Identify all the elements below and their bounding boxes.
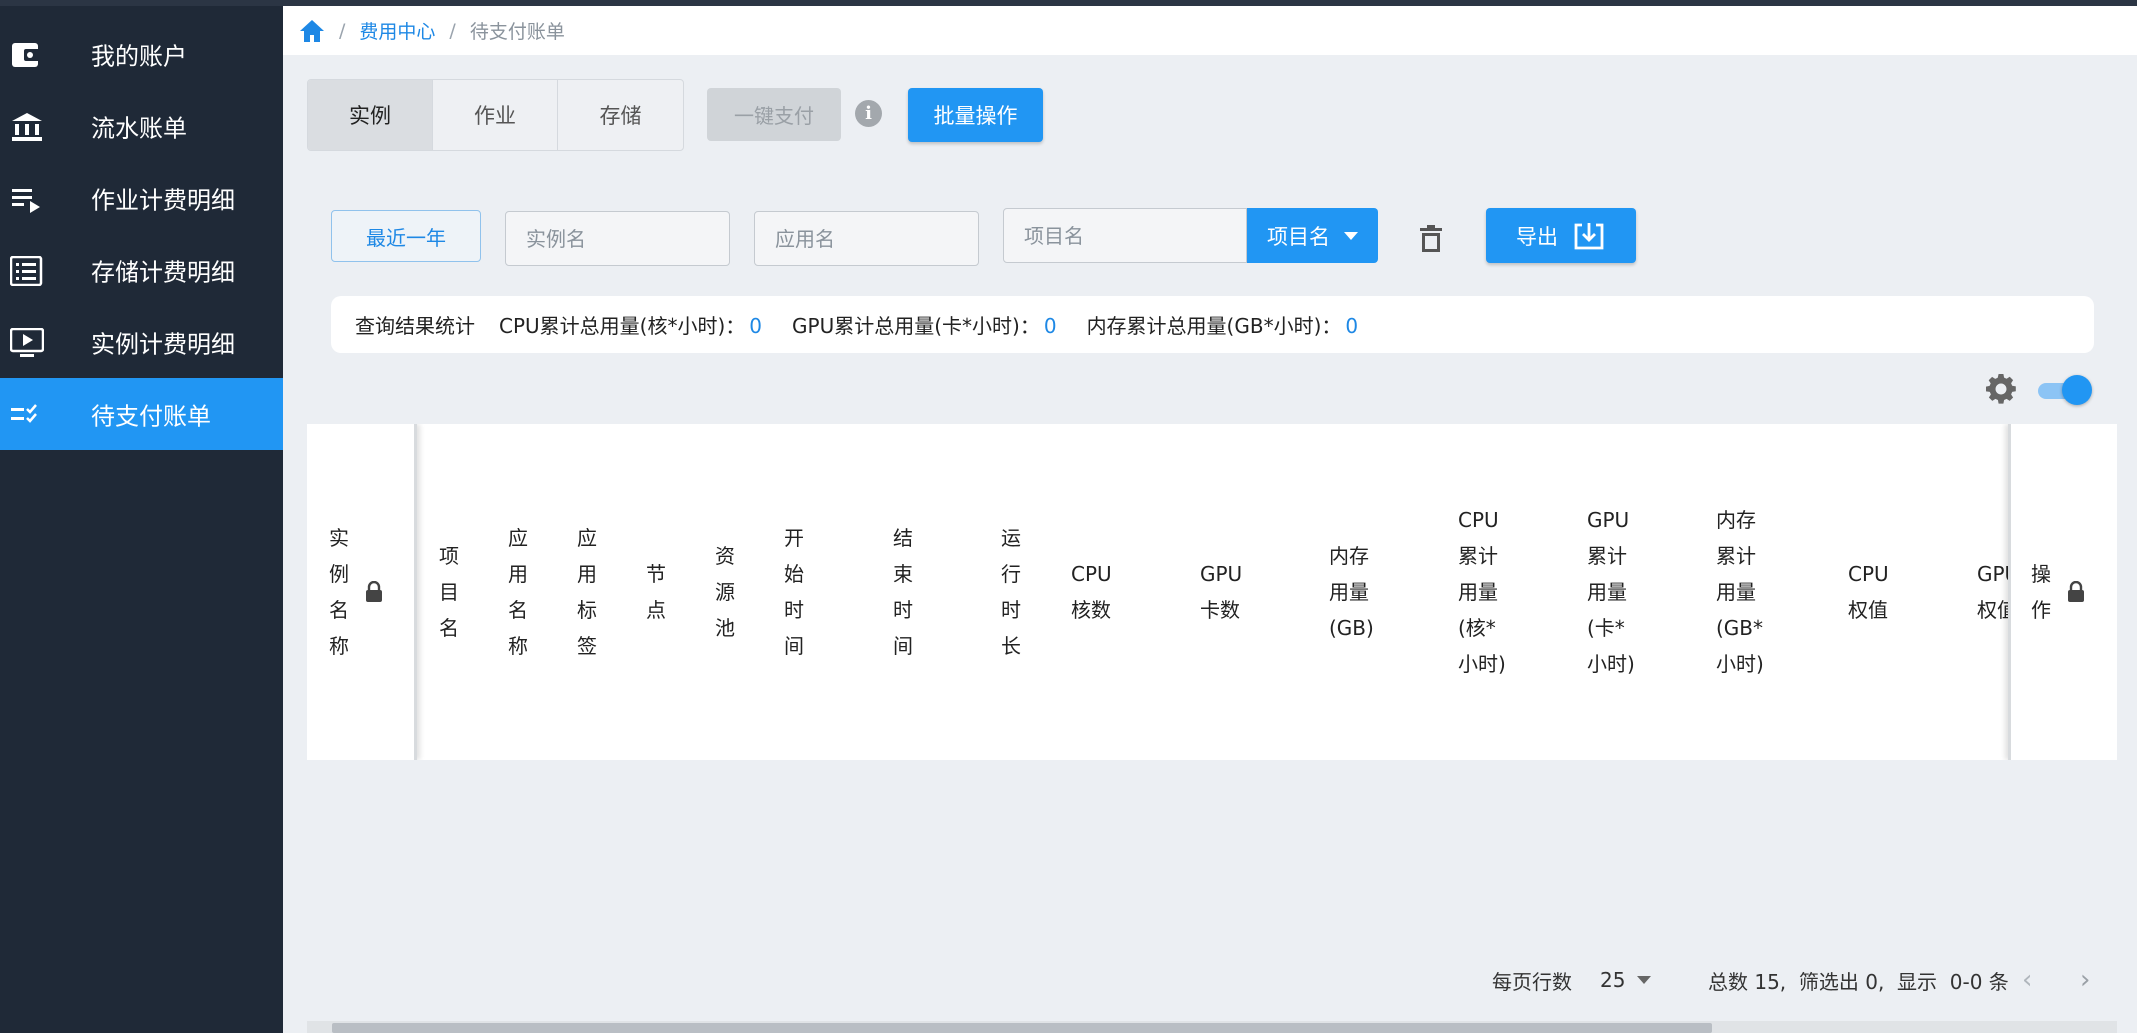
column-header-project-name[interactable]: 项目名 (439, 424, 461, 760)
sidebar-item-label: 作业计费明细 (91, 186, 235, 215)
frozen-left-column: 实例名称 (307, 424, 417, 760)
column-header-memory-usage[interactable]: 内存用量(GB) (1329, 424, 1379, 760)
sidebar-item-my-account[interactable]: 我的账户 (0, 18, 283, 90)
stats-gpu: GPU累计总用量(卡*小时)： 0 (792, 314, 1057, 338)
one-click-pay-button[interactable]: 一键支付 (707, 88, 841, 141)
column-header-cpu-weight[interactable]: CPU权值 (1848, 424, 1898, 760)
sidebar-item-label: 存储计费明细 (91, 258, 235, 287)
wallet-icon (12, 43, 40, 67)
trash-icon[interactable] (1418, 224, 1444, 254)
column-header-app-name[interactable]: 应用名称 (508, 424, 530, 760)
column-header-actions[interactable]: 操作 (2031, 424, 2111, 760)
export-button[interactable]: 导出 (1486, 208, 1636, 263)
column-header-gpu-accum[interactable]: GPU累计用量(卡*小时) (1587, 424, 1637, 760)
rows-per-page-value: 25 (1600, 968, 1626, 992)
instance-name-input[interactable] (505, 211, 730, 266)
app-name-input[interactable] (754, 211, 979, 266)
sidebar-topbar (0, 0, 283, 6)
column-header-node[interactable]: 节点 (646, 424, 668, 760)
storage-list-icon (10, 256, 43, 286)
stats-gpu-value: 0 (1043, 314, 1057, 338)
checklist-icon (11, 404, 37, 423)
stats-memory: 内存累计总用量(GB*小时)： 0 (1086, 314, 1359, 338)
resource-tabs: 实例 作业 存储 (307, 79, 684, 151)
batch-operation-button[interactable]: 批量操作 (908, 88, 1043, 142)
breadcrumb-separator: / (339, 19, 346, 42)
project-field-select[interactable]: 项目名 (1247, 208, 1378, 263)
sidebar-item-label: 我的账户 (91, 42, 187, 71)
query-stats-bar: 查询结果统计 CPU累计总用量(核*小时)： 0 GPU累计总用量(卡*小时)： 0… (331, 296, 2094, 353)
sidebar-item-storage-billing[interactable]: 存储计费明细 (0, 234, 283, 306)
column-header-app-label[interactable]: 应用标签 (577, 424, 599, 760)
stats-title: 查询结果统计 (355, 314, 475, 338)
sidebar: 我的账户 流水账单 作业计费明细 存储计费明细 实例计费明细 待支付账单 (0, 0, 283, 1033)
bill-table: 实例名称 项目名 应用名称 应用标签 节点 资源池 开始时间 结束时间 运行时长… (307, 424, 2117, 760)
sidebar-item-label: 流水账单 (91, 114, 187, 143)
sidebar-item-label: 实例计费明细 (91, 330, 235, 359)
column-header-end-time[interactable]: 结束时间 (893, 424, 915, 760)
column-freeze-toggle[interactable] (2036, 375, 2092, 405)
rows-per-page-label: 每页行数 (1492, 969, 1572, 994)
next-page-icon[interactable]: › (2080, 965, 2090, 995)
column-header-resource-pool[interactable]: 资源池 (715, 424, 737, 760)
sidebar-item-job-billing[interactable]: 作业计费明细 (0, 162, 283, 234)
breadcrumb: / 费用中心 / 待支付账单 (283, 6, 2137, 55)
column-header-cpu-cores[interactable]: CPU核数 (1071, 424, 1121, 760)
frozen-right-column: 操作 (2008, 424, 2117, 760)
monitor-play-icon (10, 328, 44, 357)
home-icon[interactable] (299, 18, 325, 44)
column-header-instance-name[interactable]: 实例名称 (329, 424, 415, 760)
date-range-button[interactable]: 最近一年 (331, 210, 481, 262)
gear-icon[interactable] (1985, 373, 2017, 405)
table-horizontal-scrollbar[interactable] (307, 1021, 2117, 1033)
column-header-start-time[interactable]: 开始时间 (784, 424, 806, 760)
toggle-knob (2062, 375, 2092, 405)
caret-down-icon (1637, 976, 1652, 984)
download-box-icon (1574, 222, 1604, 249)
column-header-gpu-cards[interactable]: GPU卡数 (1200, 424, 1250, 760)
lock-icon[interactable] (365, 581, 383, 603)
caret-down-icon (1344, 231, 1358, 240)
sidebar-item-instance-billing[interactable]: 实例计费明细 (0, 306, 283, 378)
export-label: 导出 (1516, 224, 1558, 249)
stats-memory-value: 0 (1345, 314, 1359, 338)
lock-icon[interactable] (2067, 581, 2085, 603)
sidebar-item-pending-bills[interactable]: 待支付账单 (0, 378, 283, 450)
pagination-info: 总数 15, 筛选出 0, 显示 0-0 条 (1708, 969, 2009, 994)
column-header-cpu-accum[interactable]: CPU累计用量(核*小时) (1458, 424, 1508, 760)
tab-instance[interactable]: 实例 (308, 80, 433, 150)
breadcrumb-parent[interactable]: 费用中心 (359, 17, 435, 44)
stats-cpu: CPU累计总用量(核*小时)： 0 (499, 314, 763, 338)
breadcrumb-current: 待支付账单 (469, 21, 565, 43)
column-header-run-duration[interactable]: 运行时长 (1001, 424, 1023, 760)
sidebar-item-label: 待支付账单 (91, 402, 211, 431)
scrollbar-thumb[interactable] (332, 1023, 1712, 1033)
bank-icon (12, 113, 42, 141)
stats-cpu-value: 0 (749, 314, 763, 338)
breadcrumb-separator: / (449, 19, 456, 42)
sidebar-item-transactions[interactable]: 流水账单 (0, 90, 283, 162)
playlist-icon (12, 189, 40, 213)
project-select-label: 项目名 (1267, 224, 1330, 249)
tab-storage[interactable]: 存储 (558, 80, 683, 150)
tab-job[interactable]: 作业 (433, 80, 558, 150)
rows-per-page-select[interactable]: 25 (1600, 965, 1652, 995)
project-name-input[interactable] (1003, 208, 1247, 263)
info-icon[interactable]: i (855, 100, 882, 127)
column-header-memory-accum[interactable]: 内存累计用量(GB*小时) (1716, 424, 1766, 760)
prev-page-icon[interactable]: ‹ (2022, 965, 2032, 995)
